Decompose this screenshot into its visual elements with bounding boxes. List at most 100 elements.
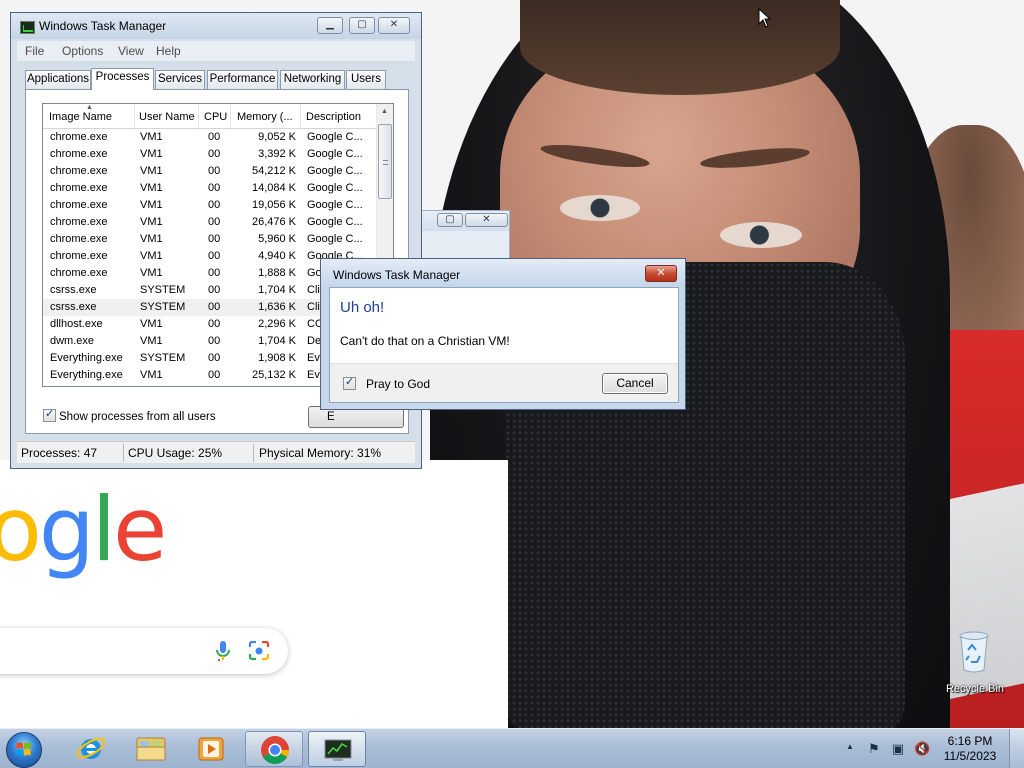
column-divider[interactable] (134, 104, 135, 129)
tab-processes[interactable]: Processes (91, 68, 154, 90)
process-user-name: VM1 (140, 318, 163, 330)
pray-to-god-checkbox[interactable]: Pray to God (343, 375, 431, 391)
column-user-name[interactable]: User Name (139, 111, 195, 123)
maximize-button[interactable]: ▢ (437, 213, 463, 227)
table-row[interactable]: chrome.exe VM1 00 54,212 K Google C... (43, 163, 376, 180)
tab-users[interactable]: Users (346, 70, 386, 89)
process-user-name: VM1 (140, 148, 163, 160)
process-image-name: chrome.exe (50, 233, 108, 245)
tab-services[interactable]: Services (155, 70, 205, 89)
mouse-pointer-icon (758, 8, 772, 28)
table-row[interactable]: chrome.exe VM1 00 5,960 K Google C... (43, 231, 376, 248)
status-physical-memory: Physical Memory: 31% (259, 446, 382, 460)
google-chrome-icon (261, 736, 289, 764)
process-image-name: Everything.exe (50, 352, 123, 364)
menu-help[interactable]: Help (156, 44, 181, 58)
process-memory: 19,056 K (251, 199, 296, 211)
column-divider[interactable] (230, 104, 231, 129)
task-manager-icon (20, 21, 35, 34)
task-manager-title: Windows Task Manager (39, 19, 167, 33)
process-user-name: SYSTEM (140, 301, 186, 313)
process-image-name: chrome.exe (50, 182, 108, 194)
start-button[interactable] (6, 732, 42, 768)
process-cpu: 00 (208, 284, 221, 296)
close-button[interactable]: ✕ (465, 213, 508, 227)
dialog-body: Uh oh! Can't do that on a Christian VM! … (329, 287, 679, 403)
checkbox-checked-icon[interactable] (343, 375, 356, 390)
recycle-bin-icon (959, 631, 989, 673)
table-row[interactable]: chrome.exe VM1 00 3,392 K Google C... (43, 146, 376, 163)
process-user-name: VM1 (140, 233, 163, 245)
process-user-name: VM1 (140, 131, 163, 143)
menu-options[interactable]: Options (62, 44, 103, 58)
column-memory[interactable]: Memory (... (237, 111, 293, 123)
wallpaper-right-eye (720, 222, 802, 248)
internet-explorer-icon (76, 737, 106, 759)
volume-muted-icon[interactable]: 🔇 (914, 741, 930, 757)
recycle-bin[interactable]: Recycle Bin (942, 630, 1006, 700)
error-dialog[interactable]: Windows Task Manager ✕ Uh oh! Can't do t… (320, 258, 686, 410)
microphone-icon[interactable] (213, 640, 233, 662)
tab-performance[interactable]: Performance (207, 70, 278, 89)
clock-time: 6:16 PM (947, 734, 993, 748)
process-cpu: 00 (208, 318, 221, 330)
cancel-button[interactable]: Cancel (602, 373, 668, 394)
column-cpu[interactable]: CPU (204, 111, 227, 123)
wallpaper-left-eye (560, 195, 640, 221)
table-row[interactable]: chrome.exe VM1 00 14,084 K Google C... (43, 180, 376, 197)
menu-view[interactable]: View (118, 44, 144, 58)
maximize-button[interactable]: ▢ (349, 17, 375, 34)
wallpaper-hair (520, 0, 840, 95)
taskbar-task-manager[interactable] (308, 731, 366, 767)
column-image-name[interactable]: Image Name (49, 111, 112, 123)
action-center-icon[interactable]: ⚑ (866, 741, 882, 757)
taskbar-file-explorer[interactable] (122, 731, 180, 767)
pray-to-god-label: Pray to God (366, 377, 431, 391)
taskbar: ▲ ⚑ ▣ 🔇 6:16 PM 11/5/2023 (0, 728, 1024, 768)
taskbar-google-chrome[interactable] (245, 731, 303, 767)
google-search-box[interactable] (0, 628, 288, 674)
checkbox-checked-icon[interactable] (43, 407, 56, 422)
tab-applications[interactable]: Applications (25, 70, 91, 89)
column-divider[interactable] (300, 104, 301, 129)
minimize-button[interactable]: ▁ (317, 17, 343, 34)
tab-networking[interactable]: Networking (280, 70, 345, 89)
menu-file[interactable]: File (25, 44, 44, 58)
process-description: Google C... (307, 131, 363, 143)
dialog-close-button[interactable]: ✕ (645, 265, 677, 282)
column-description[interactable]: Description (306, 111, 361, 123)
taskbar-internet-explorer[interactable] (62, 731, 120, 767)
scrollbar-thumb[interactable] (378, 124, 392, 199)
process-user-name: VM1 (140, 369, 163, 381)
process-image-name: chrome.exe (50, 131, 108, 143)
notification-area: ▲ ⚑ ▣ 🔇 6:16 PM 11/5/2023 (840, 729, 1024, 768)
status-divider (253, 444, 254, 462)
camera-search-icon[interactable] (248, 641, 270, 661)
show-hidden-icons-icon[interactable]: ▲ (846, 742, 854, 751)
show-all-processes-checkbox[interactable]: Show processes from all users (43, 407, 216, 423)
process-memory: 3,392 K (258, 148, 296, 160)
process-cpu: 00 (208, 301, 221, 313)
table-row[interactable]: chrome.exe VM1 00 26,476 K Google C... (43, 214, 376, 231)
process-image-name: csrss.exe (50, 284, 97, 296)
maximize-icon: ▢ (357, 19, 367, 30)
status-cpu-usage: CPU Usage: 25% (128, 446, 223, 460)
show-desktop-button[interactable] (1009, 729, 1024, 768)
clock[interactable]: 6:16 PM 11/5/2023 (938, 734, 1002, 764)
network-icon[interactable]: ▣ (890, 741, 906, 757)
table-row[interactable]: chrome.exe VM1 00 19,056 K Google C... (43, 197, 376, 214)
table-row[interactable]: chrome.exe VM1 00 9,052 K Google C... (43, 129, 376, 146)
windows-logo-icon (16, 742, 31, 756)
process-cpu: 00 (208, 182, 221, 194)
process-description: Google C... (307, 233, 363, 245)
close-button[interactable]: ✕ (378, 17, 410, 34)
process-memory: 5,960 K (258, 233, 296, 245)
scroll-up-icon[interactable]: ▲ (381, 108, 388, 115)
column-divider[interactable] (198, 104, 199, 129)
status-divider (123, 444, 124, 462)
taskbar-media-player[interactable] (182, 731, 240, 767)
process-memory: 54,212 K (251, 165, 296, 177)
close-icon: ✕ (482, 214, 491, 225)
process-memory: 1,636 K (258, 301, 296, 313)
process-image-name: dwm.exe (50, 335, 95, 347)
